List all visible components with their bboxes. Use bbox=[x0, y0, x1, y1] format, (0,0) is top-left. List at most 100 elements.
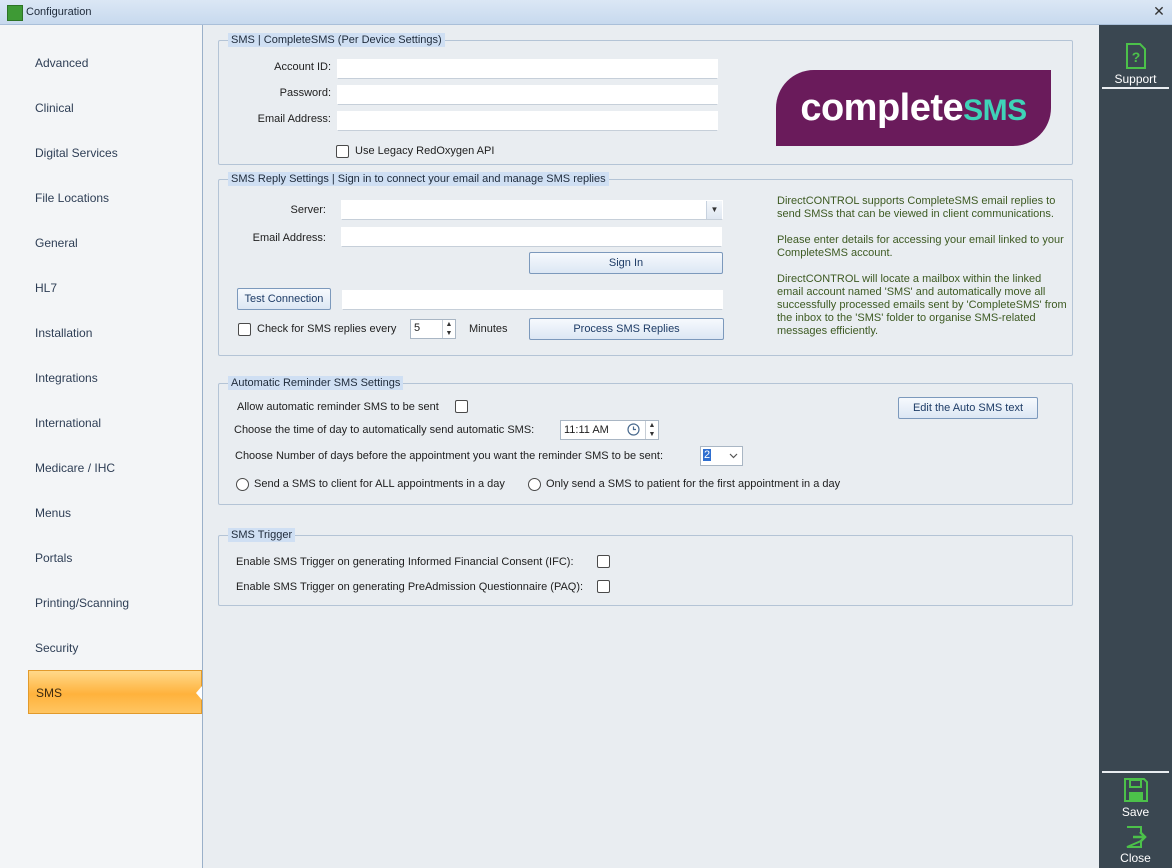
nav-item-label: SMS bbox=[36, 686, 63, 700]
server-label: Server: bbox=[290, 204, 326, 216]
logo-text: complete bbox=[800, 87, 964, 129]
reply-help-3: DirectCONTROL will locate a mailbox with… bbox=[777, 273, 1067, 337]
email-address-label: Email Address: bbox=[257, 113, 331, 125]
spin-up-icon[interactable]: ▲ bbox=[646, 421, 658, 430]
sms-trigger-group: SMS Trigger Enable SMS Trigger on genera… bbox=[218, 528, 1073, 606]
nav-item-label: International bbox=[35, 416, 102, 430]
test-connection-result bbox=[342, 290, 723, 310]
password-label: Password: bbox=[279, 87, 331, 99]
spin-up-icon[interactable]: ▲ bbox=[443, 320, 455, 329]
nav-item-general[interactable]: General bbox=[28, 221, 202, 265]
radio-all-appointments-label: Send a SMS to client for ALL appointment… bbox=[254, 478, 505, 490]
group-legend: Automatic Reminder SMS Settings bbox=[228, 376, 404, 390]
nav-item-printing-scanning[interactable]: Printing/Scanning bbox=[28, 581, 202, 625]
time-picker[interactable]: 11:11 AM ▲ ▼ bbox=[560, 420, 659, 440]
email-address-input[interactable] bbox=[337, 111, 718, 131]
sidebar-divider bbox=[1102, 87, 1169, 89]
close-label: Close bbox=[1120, 851, 1151, 865]
group-legend: SMS Trigger bbox=[228, 528, 296, 542]
test-connection-button[interactable]: Test Connection bbox=[237, 288, 331, 310]
nav-item-label: Advanced bbox=[35, 56, 89, 70]
minutes-value: 5 bbox=[414, 322, 421, 334]
radio-all-appointments[interactable] bbox=[236, 478, 249, 491]
nav-item-medicare-ihc[interactable]: Medicare / IHC bbox=[28, 446, 202, 490]
nav-item-security[interactable]: Security bbox=[28, 626, 202, 670]
reply-email-label: Email Address: bbox=[252, 232, 326, 244]
group-legend: SMS Reply Settings | Sign in to connect … bbox=[228, 172, 609, 186]
days-before-label: Choose Number of days before the appoint… bbox=[235, 450, 664, 462]
allow-reminder-checkbox[interactable] bbox=[455, 400, 468, 413]
logo-text-sms: SMS bbox=[963, 94, 1027, 127]
sidebar-divider bbox=[1102, 771, 1169, 773]
nav-item-portals[interactable]: Portals bbox=[28, 536, 202, 580]
title-bar: Configuration ✕ bbox=[0, 0, 1172, 25]
exit-arrow-icon bbox=[1126, 826, 1147, 848]
nav-item-advanced[interactable]: Advanced bbox=[28, 41, 202, 85]
minutes-spin[interactable]: ▲ ▼ bbox=[442, 320, 455, 338]
nav-item-label: Security bbox=[35, 641, 79, 655]
nav-item-label: Integrations bbox=[35, 371, 98, 385]
support-button[interactable]: ? Support bbox=[1102, 42, 1169, 86]
question-document-icon: ? bbox=[1125, 43, 1146, 69]
nav-item-integrations[interactable]: Integrations bbox=[28, 356, 202, 400]
nav-item-label: File Locations bbox=[35, 191, 110, 205]
paq-trigger-label: Enable SMS Trigger on generating PreAdmi… bbox=[236, 581, 584, 593]
reply-help-1: DirectCONTROL supports CompleteSMS email… bbox=[777, 195, 1056, 220]
save-button[interactable]: Save bbox=[1102, 777, 1169, 819]
nav-item-installation[interactable]: Installation bbox=[28, 311, 202, 355]
auto-reminder-group: Automatic Reminder SMS Settings Allow au… bbox=[218, 376, 1073, 505]
nav-item-digital-services[interactable]: Digital Services bbox=[28, 131, 202, 175]
ifc-trigger-checkbox[interactable] bbox=[597, 555, 610, 568]
complete-sms-logo: completeSMS bbox=[776, 70, 1051, 146]
spin-down-icon[interactable]: ▼ bbox=[443, 329, 455, 338]
active-pointer bbox=[196, 686, 202, 700]
sms-settings-panel: SMS | CompleteSMS (Per Device Settings) … bbox=[204, 25, 1099, 868]
nav-item-label: Printing/Scanning bbox=[35, 596, 130, 610]
nav-item-label: Installation bbox=[35, 326, 93, 340]
nav-item-hl7[interactable]: HL7 bbox=[28, 266, 202, 310]
reply-email-input[interactable] bbox=[341, 227, 722, 247]
days-before-dropdown[interactable]: 2 bbox=[700, 446, 743, 466]
nav-item-label: Clinical bbox=[35, 101, 74, 115]
spin-down-icon[interactable]: ▼ bbox=[646, 430, 658, 439]
nav-item-label: General bbox=[35, 236, 78, 250]
nav-item-label: HL7 bbox=[35, 281, 58, 295]
password-input[interactable] bbox=[337, 85, 718, 105]
save-label: Save bbox=[1121, 805, 1150, 819]
chevron-down-icon bbox=[729, 453, 738, 459]
process-sms-replies-button[interactable]: Process SMS Replies bbox=[529, 318, 724, 340]
close-button[interactable]: Close bbox=[1102, 825, 1169, 865]
allow-reminder-label: Allow automatic reminder SMS to be sent bbox=[237, 401, 439, 413]
chevron-down-icon[interactable]: ▼ bbox=[706, 201, 722, 219]
account-id-input[interactable] bbox=[337, 59, 718, 79]
radio-first-appointment[interactable] bbox=[528, 478, 541, 491]
nav-item-label: Medicare / IHC bbox=[35, 461, 116, 475]
check-replies-checkbox[interactable] bbox=[238, 323, 251, 336]
support-label: Support bbox=[1114, 72, 1157, 86]
nav-item-clinical[interactable]: Clinical bbox=[28, 86, 202, 130]
app-icon bbox=[7, 5, 23, 21]
server-dropdown[interactable]: ▼ bbox=[341, 200, 723, 220]
reply-help-2: Please enter details for accessing your … bbox=[777, 234, 1064, 259]
paq-trigger-checkbox[interactable] bbox=[597, 580, 610, 593]
sms-reply-group: SMS Reply Settings | Sign in to connect … bbox=[218, 172, 1073, 356]
legacy-api-checkbox[interactable] bbox=[336, 145, 349, 158]
clock-icon bbox=[627, 423, 640, 436]
nav-item-label: Portals bbox=[35, 551, 73, 565]
edit-auto-sms-button[interactable]: Edit the Auto SMS text bbox=[898, 397, 1038, 419]
minutes-stepper[interactable]: 5 ▲ ▼ bbox=[410, 319, 456, 339]
window-title: Configuration bbox=[26, 6, 92, 18]
time-spin[interactable]: ▲ ▼ bbox=[645, 421, 658, 439]
radio-first-appointment-label: Only send a SMS to patient for the first… bbox=[546, 478, 841, 490]
legacy-api-label: Use Legacy RedOxygen API bbox=[355, 145, 495, 157]
nav-item-menus[interactable]: Menus bbox=[28, 491, 202, 535]
nav-item-international[interactable]: International bbox=[28, 401, 202, 445]
close-window-button[interactable]: ✕ bbox=[1152, 3, 1166, 20]
minutes-label: Minutes bbox=[469, 323, 508, 335]
nav-item-sms[interactable]: SMS bbox=[28, 670, 202, 714]
nav-item-label: Menus bbox=[35, 506, 72, 520]
nav-item-label: Digital Services bbox=[35, 146, 118, 160]
sign-in-button[interactable]: Sign In bbox=[529, 252, 723, 274]
action-sidebar: ? Support Save Close bbox=[1099, 25, 1172, 868]
nav-item-file-locations[interactable]: File Locations bbox=[28, 176, 202, 220]
